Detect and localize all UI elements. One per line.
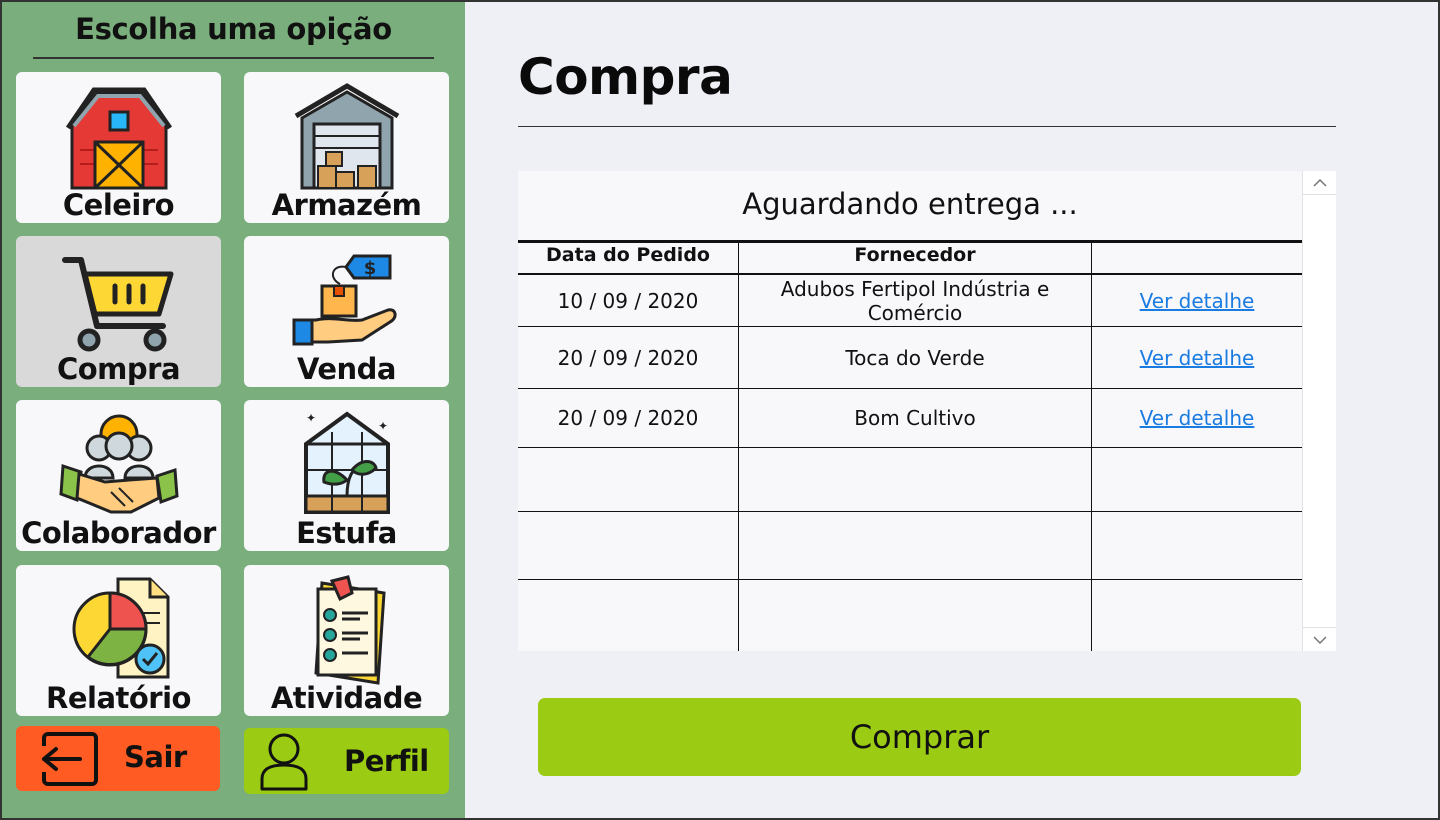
menu-tile-label: Celeiro	[62, 188, 175, 222]
profile-button-label: Perfil	[344, 744, 429, 778]
table-cell-supplier: Bom Cultivo	[854, 406, 976, 430]
menu-tile-celeiro[interactable]: Celeiro	[16, 72, 221, 223]
menu-tile-label: Armazém	[271, 188, 422, 222]
sidebar: Escolha uma opição Celeiro Armazém Compr…	[2, 2, 465, 818]
scroll-up-icon[interactable]	[1303, 171, 1336, 195]
barn-icon	[65, 87, 172, 190]
orders-table: Data do Pedido Fornecedor 10 / 09 / 2020…	[518, 240, 1302, 651]
panel-title: Aguardando entrega ...	[742, 187, 1078, 221]
menu-tile-label: Compra	[56, 352, 181, 386]
table-cell-date: 10 / 09 / 2020	[557, 288, 699, 313]
table-rule	[518, 240, 1302, 243]
user-icon	[260, 733, 308, 791]
menu-tile-estufa[interactable]: ✦ ✦ Estufa	[244, 400, 449, 551]
column-header-date: Data do Pedido	[546, 244, 710, 266]
menu-tile-label: Venda	[297, 352, 397, 386]
scroll-down-icon[interactable]	[1303, 627, 1336, 651]
vertical-scrollbar[interactable]	[1302, 171, 1336, 651]
profile-button[interactable]: Perfil	[244, 728, 449, 794]
sidebar-title: Escolha uma opição	[75, 12, 392, 46]
exit-button[interactable]: Sair	[16, 726, 220, 791]
buy-button[interactable]: Comprar	[538, 698, 1301, 776]
logout-icon	[40, 732, 98, 786]
greenhouse-icon: ✦ ✦	[303, 411, 390, 514]
svg-text:✦: ✦	[378, 419, 388, 433]
table-cell-action: Ver detalhe	[1092, 275, 1302, 326]
warehouse-icon	[294, 83, 399, 190]
menu-tile-atividade[interactable]: Atividade	[244, 565, 449, 716]
app-window: Escolha uma opição Celeiro Armazém Compr…	[0, 0, 1440, 820]
table-cell-supplier: Adubos Fertipol Indústria e Comércio	[739, 275, 1091, 326]
menu-tile-label: Atividade	[270, 681, 423, 715]
menu-tile-compra[interactable]: Compra	[16, 236, 221, 387]
table-cell-action: Ver detalhe	[1092, 389, 1302, 447]
menu-tile-label: Colaborador	[21, 516, 216, 550]
supplier-name-line: Comércio	[867, 300, 963, 325]
table-rule	[518, 447, 1302, 448]
table-cell-action: Ver detalhe	[1092, 327, 1302, 388]
shopping-cart-icon	[61, 257, 173, 352]
sidebar-divider	[33, 57, 434, 59]
menu-tile-armazem[interactable]: Armazém	[244, 72, 449, 223]
svg-text:$: $	[363, 258, 376, 279]
page-title: Compra	[518, 48, 733, 106]
pie-chart-report-icon	[72, 577, 169, 679]
view-detail-link[interactable]: Ver detalhe	[1140, 289, 1255, 313]
table-rule	[518, 511, 1302, 512]
menu-tile-colaborador[interactable]: Colaborador	[16, 400, 221, 551]
hand-box-price-tag-icon: $	[292, 254, 396, 346]
pending-deliveries-panel: Aguardando entrega ... Data do Pedido Fo	[518, 171, 1336, 651]
title-divider	[518, 126, 1336, 127]
svg-text:✦: ✦	[306, 411, 316, 425]
view-detail-link[interactable]: Ver detalhe	[1140, 406, 1255, 430]
column-header-supplier: Fornecedor	[854, 244, 976, 266]
view-detail-link[interactable]: Ver detalhe	[1140, 346, 1255, 370]
handshake-team-icon	[58, 414, 179, 514]
menu-tile-relatorio[interactable]: Relatório	[16, 565, 221, 716]
supplier-name-line: Adubos Fertipol Indústria e	[780, 276, 1050, 301]
exit-button-label: Sair	[124, 740, 187, 774]
table-cell-date: 20 / 09 / 2020	[557, 345, 699, 370]
menu-tile-label: Estufa	[296, 516, 397, 550]
table-cell-supplier: Toca do Verde	[845, 345, 985, 370]
table-rule	[518, 579, 1302, 580]
menu-tile-venda[interactable]: $ Venda	[244, 236, 449, 387]
menu-tile-label: Relatório	[46, 681, 191, 715]
checklist-clipboard-icon	[313, 575, 386, 685]
table-cell-date: 20 / 09 / 2020	[557, 406, 699, 430]
